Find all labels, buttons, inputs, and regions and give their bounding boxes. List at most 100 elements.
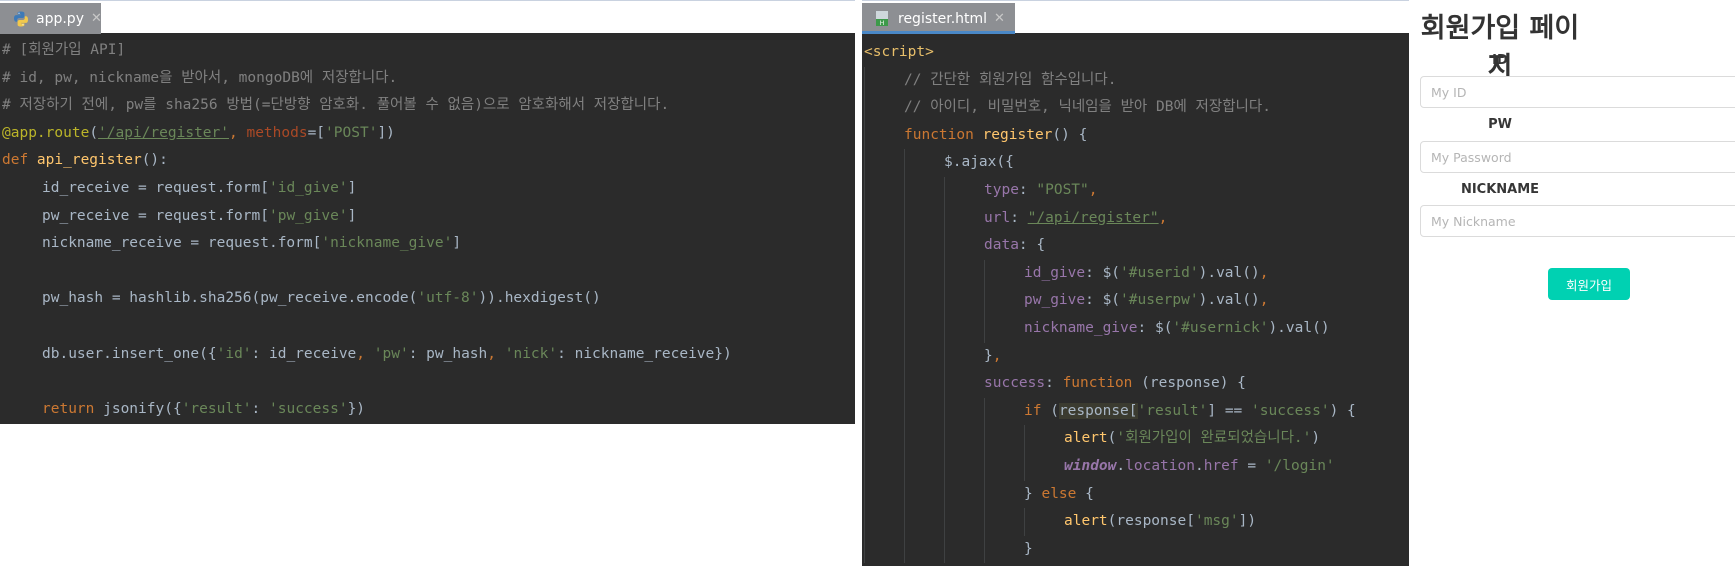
close-icon[interactable]: ✕ [91, 11, 102, 26]
indent-guide [904, 452, 944, 481]
indent-guide [904, 425, 944, 453]
code-token: , [229, 124, 247, 141]
indent-guide [864, 425, 904, 453]
code-line: type: "POST", [862, 176, 1409, 205]
code-token: ] [452, 235, 462, 252]
indent-guide [864, 232, 904, 260]
indent-guide [904, 397, 944, 426]
code-token: 'pw_give' [268, 207, 348, 224]
code-token: '/api/register' [98, 124, 229, 141]
code-token: // 간단한 회원가입 함수입니다. [904, 71, 1117, 88]
code-token: (response) { [1141, 375, 1246, 392]
signup-button[interactable]: 회원가입 [1548, 268, 1630, 300]
code-token: pw_give [1024, 292, 1086, 309]
indent-guide [1024, 508, 1064, 536]
code-token: @app.route [2, 124, 90, 141]
code-token: function [1062, 375, 1142, 392]
indent-guide [1024, 452, 1064, 481]
code-line: }, [862, 342, 1409, 371]
code-token: return [42, 400, 104, 417]
svg-text:H: H [880, 20, 885, 27]
code-token: register [982, 126, 1053, 143]
code-token: 'pw' [373, 345, 409, 362]
indent-guide [904, 480, 944, 509]
indent-guide [944, 204, 984, 233]
nickname-input[interactable] [1420, 205, 1735, 237]
indent-guide [944, 397, 984, 426]
code-token: pw_hash = hashlib.sha256(pw_receive.enco… [42, 290, 418, 307]
code-token: : $( [1085, 292, 1121, 309]
pw-label: PW [1488, 117, 1512, 132]
code-line: pw_give: $('#userpw').val(), [862, 287, 1409, 315]
code-line: url: "/api/register", [862, 204, 1409, 233]
tab-app-py[interactable]: app.py ✕ [0, 3, 102, 34]
code-line: return jsonify({'result': 'success'}) [0, 396, 855, 424]
html-file-icon: H [876, 10, 888, 27]
indent-guide [864, 149, 904, 177]
indent-guide [944, 287, 984, 315]
html-code-view[interactable]: <script> // 간단한 회원가입 함수입니다. // 아이디, 비밀번호, … [862, 39, 1409, 566]
code-token: '#usernick' [1172, 319, 1269, 336]
code-token: '#userpw' [1120, 292, 1199, 309]
code-token: { [1085, 485, 1094, 502]
code-token: }) [347, 400, 366, 417]
code-token: ( [89, 124, 99, 141]
code-token: response[ [1058, 402, 1138, 419]
indent-guide [984, 425, 1024, 453]
indent-guide [904, 370, 944, 398]
code-token: ] == [1207, 402, 1252, 419]
code-token: def [2, 152, 37, 169]
password-input[interactable] [1420, 141, 1735, 173]
indent-guide [904, 149, 944, 177]
code-token: : [1018, 181, 1037, 198]
code-token: (): [141, 152, 168, 169]
code-token: , [487, 345, 505, 362]
code-token: } [1024, 485, 1042, 502]
code-token: pw_receive = request.form[ [42, 207, 269, 224]
indent-guide [944, 232, 984, 260]
indent-guide [864, 452, 904, 481]
code-token: id_receive = request.form[ [42, 179, 269, 196]
code-line: nickname_receive = request.form['nicknam… [0, 230, 855, 258]
code-line: # [회원가입 API] [0, 37, 855, 65]
nickname-label: NICKNAME [1460, 182, 1540, 197]
indent-guide [904, 508, 944, 536]
screen: app.py ✕ # [회원가입 API] # id, pw, nickname을… [0, 0, 1735, 566]
close-icon[interactable]: ✕ [994, 11, 1005, 26]
indent-guide [864, 314, 904, 343]
indent-guide [984, 259, 1024, 288]
indent-guide [984, 508, 1024, 536]
id-input[interactable] [1420, 76, 1735, 108]
code-token: '회원가입이 완료되었습니다.' [1116, 430, 1312, 447]
indent-guide [2, 230, 42, 258]
code-token: jsonify({ [103, 400, 182, 417]
html-editor-pane: H register.html ✕ <script> // 간단한 회원가입 함수… [862, 0, 1409, 566]
indent-guide [864, 508, 904, 536]
indent-guide [944, 480, 984, 509]
code-token: # [회원가입 API] [2, 42, 126, 58]
indent-guide [904, 232, 944, 260]
indent-guide [944, 259, 984, 288]
code-token: ).val() [1268, 319, 1330, 336]
code-token: 'nick' [504, 345, 558, 362]
tab-register-html-label: register.html [898, 10, 988, 27]
code-token: 'POST' [325, 124, 378, 141]
python-tab-bar: app.py ✕ [0, 0, 855, 34]
code-token: id_give [1024, 264, 1086, 281]
indent-guide [864, 397, 904, 426]
code-token: 'result' [1137, 402, 1208, 419]
code-token: } [1024, 540, 1033, 557]
tab-register-html[interactable]: H register.html ✕ [862, 3, 1015, 34]
code-token: } [984, 347, 993, 364]
indent-guide [1024, 425, 1064, 453]
indent-guide [864, 66, 904, 95]
code-token: // 아이디, 비밀번호, 닉네임을 받아 DB에 저장합니다. [904, 99, 1271, 116]
code-token: <script> [864, 44, 934, 60]
code-token: methods [246, 124, 308, 141]
code-token: ( [1050, 402, 1059, 419]
python-code-view[interactable]: # [회원가입 API] # id, pw, nickname을 받아서, mon… [0, 37, 855, 424]
indent-guide [944, 314, 984, 343]
indent-guide [944, 452, 984, 481]
